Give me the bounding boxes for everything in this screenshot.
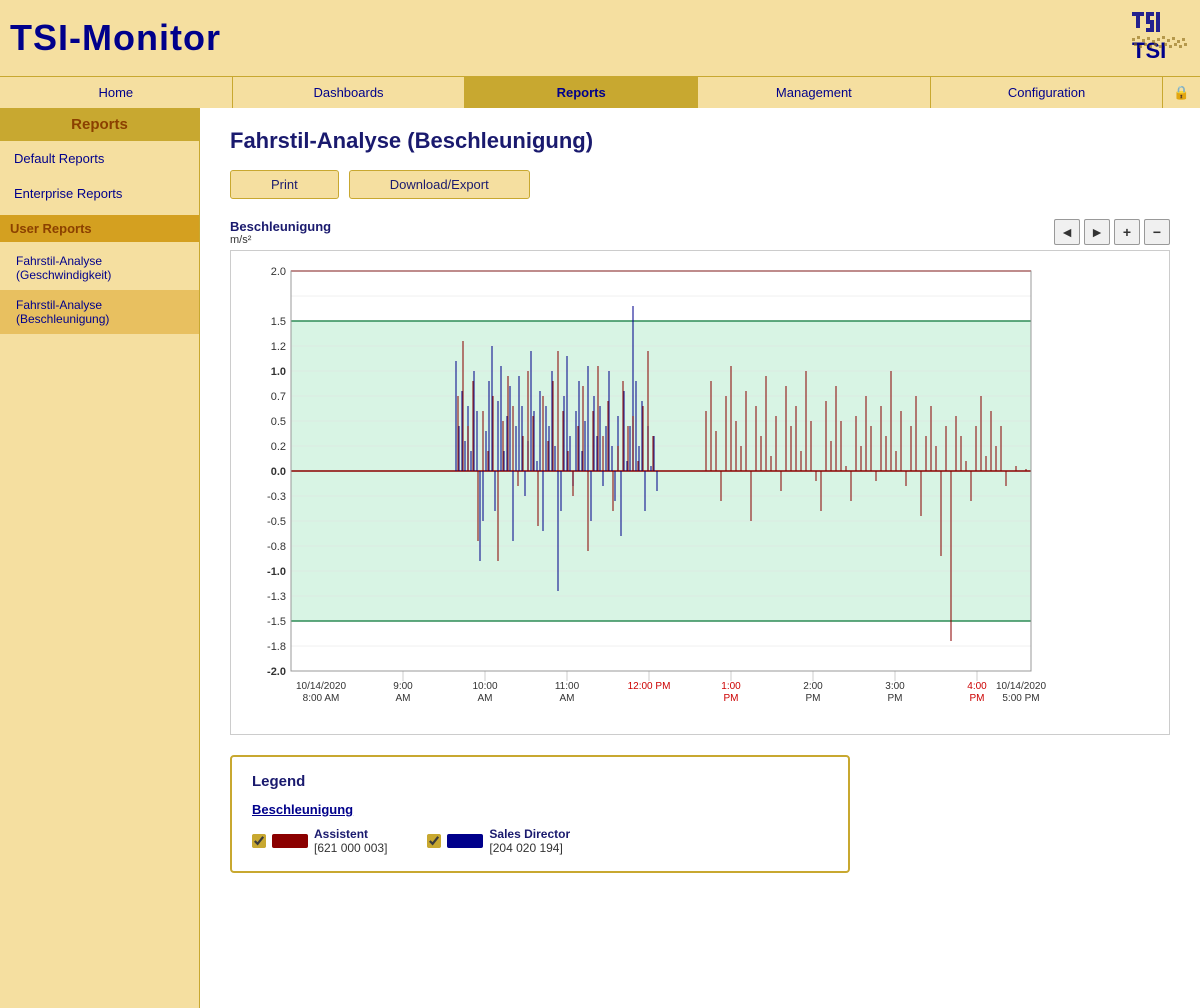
print-button[interactable]: Print: [230, 170, 339, 199]
legend-item-assistent: Assistent [621 000 003]: [252, 827, 387, 855]
legend-checkbox-assistent[interactable]: [252, 834, 266, 848]
x-label-3pm-2: PM: [888, 693, 903, 704]
y-label-1.2: 1.2: [271, 341, 286, 353]
x-label-9am: 9:00: [393, 681, 413, 692]
y-label--0.8: -0.8: [267, 541, 286, 553]
legend-items: Assistent [621 000 003] Sales Director […: [252, 827, 828, 855]
x-label-11am-2: AM: [560, 693, 575, 704]
nav: Home Dashboards Reports Management Confi…: [0, 76, 1200, 108]
x-label-11am: 11:00: [555, 681, 580, 692]
chart-next-button[interactable]: ►: [1084, 219, 1110, 245]
sidebar: Reports Default Reports Enterprise Repor…: [0, 108, 200, 1008]
x-label-end-time: 5:00 PM: [1002, 693, 1039, 704]
legend-section-title: Beschleunigung: [252, 802, 828, 817]
y-label--0.5: -0.5: [267, 516, 286, 528]
y-label--0.3: -0.3: [267, 491, 286, 503]
x-label-1pm-2: PM: [724, 693, 739, 704]
legend-text-sales-director: Sales Director [204 020 194]: [489, 827, 570, 855]
x-label-12pm: 12:00 PM: [628, 681, 671, 692]
y-label-1.5: 1.5: [271, 316, 286, 328]
x-label-2pm-2: PM: [806, 693, 821, 704]
nav-reports[interactable]: Reports: [465, 77, 698, 108]
sidebar-default-reports[interactable]: Default Reports: [0, 141, 199, 176]
chart-unit: m/s²: [230, 234, 331, 246]
legend-title: Legend: [252, 773, 828, 790]
header: TSI-Monitor // Inline dots for logo - ju…: [0, 0, 1200, 76]
x-label-2pm: 2:00: [803, 681, 823, 692]
chart-zoom-out-button[interactable]: −: [1144, 219, 1170, 245]
legend-color-assistent: [272, 834, 308, 848]
y-label-1.0: 1.0: [271, 366, 286, 378]
y-label-2: 2.0: [271, 266, 286, 278]
y-label--1.5: -1.5: [267, 616, 286, 628]
x-label-10am: 10:00: [472, 681, 497, 692]
legend-item-sales-director: Sales Director [204 020 194]: [427, 827, 570, 855]
tsi-logo: // Inline dots for logo - just draw a gr…: [1070, 8, 1190, 68]
x-label-9am-2: AM: [396, 693, 411, 704]
y-label-0.5: 0.5: [271, 416, 286, 428]
y-label--2.0: -2.0: [267, 666, 286, 678]
y-label-0.2: 0.2: [271, 441, 286, 453]
x-label-start-time: 8:00 AM: [303, 693, 340, 704]
nav-configuration[interactable]: Configuration: [931, 77, 1164, 108]
x-label-4pm: 4:00: [967, 681, 987, 692]
chart-label: Beschleunigung: [230, 219, 331, 234]
x-label-3pm: 3:00: [885, 681, 905, 692]
sidebar-title: Reports: [0, 108, 199, 141]
main-content: Fahrstil-Analyse (Beschleunigung) Print …: [200, 108, 1200, 1008]
action-buttons: Print Download/Export: [230, 170, 1170, 199]
x-label-end-date: 10/14/2020: [996, 681, 1046, 692]
legend-color-sales-director: [447, 834, 483, 848]
y-label-0.7: 0.7: [271, 391, 286, 403]
sidebar-item-beschleunigung[interactable]: Fahrstil-Analyse (Beschleunigung): [0, 290, 199, 334]
x-label-10am-2: AM: [478, 693, 493, 704]
nav-dashboards[interactable]: Dashboards: [233, 77, 466, 108]
page-title: Fahrstil-Analyse (Beschleunigung): [230, 128, 1170, 154]
y-label-0.0: 0.0: [271, 466, 286, 478]
legend-box: Legend Beschleunigung Assistent [621 000…: [230, 755, 850, 873]
nav-home[interactable]: Home: [0, 77, 233, 108]
chart-svg: 2.0 1.5 1.2 1.0 0.7 0.5 0.2 0.0 -0.3 -0.…: [231, 251, 1051, 731]
sidebar-enterprise-reports[interactable]: Enterprise Reports: [0, 176, 199, 211]
chart-container: Beschleunigung m/s² ◄ ► + −: [230, 219, 1170, 735]
y-label--1.8: -1.8: [267, 641, 286, 653]
chart-header: Beschleunigung m/s² ◄ ► + −: [230, 219, 1170, 246]
legend-checkbox-sales-director[interactable]: [427, 834, 441, 848]
chart-zoom-in-button[interactable]: +: [1114, 219, 1140, 245]
chart-svg-wrapper: 2.0 1.5 1.2 1.0 0.7 0.5 0.2 0.0 -0.3 -0.…: [230, 250, 1170, 735]
x-label-1pm: 1:00: [721, 681, 741, 692]
chart-controls: ◄ ► + −: [1054, 219, 1170, 245]
sidebar-item-geschwindigkeit[interactable]: Fahrstil-Analyse (Geschwindigkeit): [0, 246, 199, 290]
chart-prev-button[interactable]: ◄: [1054, 219, 1080, 245]
sidebar-user-reports-title: User Reports: [0, 215, 199, 242]
x-label-4pm-2: PM: [970, 693, 985, 704]
legend-text-assistent: Assistent [621 000 003]: [314, 827, 387, 855]
x-label-start-date: 10/14/2020: [296, 681, 346, 692]
svg-text:TSI: TSI: [1132, 38, 1166, 63]
nav-lock-button[interactable]: 🔒: [1163, 77, 1200, 108]
download-button[interactable]: Download/Export: [349, 170, 530, 199]
y-label--1.0: -1.0: [267, 566, 286, 578]
layout: Reports Default Reports Enterprise Repor…: [0, 108, 1200, 1008]
y-label--1.3: -1.3: [267, 591, 286, 603]
nav-management[interactable]: Management: [698, 77, 931, 108]
app-title: TSI-Monitor: [10, 17, 221, 59]
